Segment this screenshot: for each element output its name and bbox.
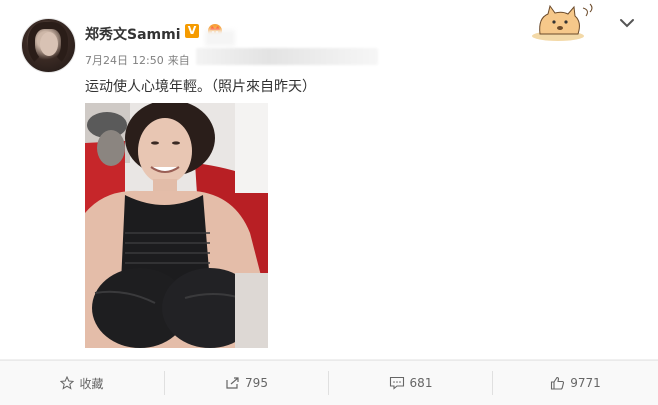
post-text: 运动使人心境年輕。（照片來自昨天） bbox=[85, 79, 316, 95]
author-avatar[interactable] bbox=[21, 18, 76, 73]
author-name[interactable]: 郑秀文Sammi bbox=[85, 24, 181, 44]
repost-button[interactable]: 795 bbox=[165, 361, 328, 405]
comment-count: 681 bbox=[409, 376, 433, 390]
post-meta: 7月24日 12:50 来自 bbox=[85, 52, 190, 68]
share-arrow-icon bbox=[226, 377, 239, 389]
thumbs-up-icon bbox=[551, 376, 565, 390]
post-photo[interactable] bbox=[85, 103, 268, 348]
verified-badge-icon: V bbox=[185, 24, 199, 38]
comment-bubble-icon bbox=[389, 376, 404, 390]
post-source-prefix: 来自 bbox=[167, 54, 190, 67]
favorite-label: 收藏 bbox=[79, 376, 104, 391]
avatar-face bbox=[40, 32, 58, 56]
like-count: 9771 bbox=[570, 376, 601, 390]
blurred-region bbox=[205, 30, 235, 46]
weibo-post-card: 郑秀文Sammi V 7月24日 12:50 来自 运动使人心境年輕。（照片來自昨天… bbox=[0, 0, 658, 405]
favorite-button[interactable]: 收藏 bbox=[0, 361, 164, 405]
post-time[interactable]: 12:50 bbox=[132, 54, 164, 67]
repost-count: 795 bbox=[245, 376, 268, 390]
blurred-source bbox=[196, 48, 378, 65]
comment-button[interactable]: 681 bbox=[329, 361, 492, 405]
action-bar: 收藏 795 681 9771 bbox=[0, 360, 658, 405]
chevron-down-icon[interactable] bbox=[618, 14, 636, 32]
like-button[interactable]: 9771 bbox=[493, 361, 658, 405]
shiba-dog-sticker-icon bbox=[532, 3, 593, 41]
star-outline-icon bbox=[60, 376, 75, 390]
post-date[interactable]: 7月24日 bbox=[85, 54, 128, 67]
